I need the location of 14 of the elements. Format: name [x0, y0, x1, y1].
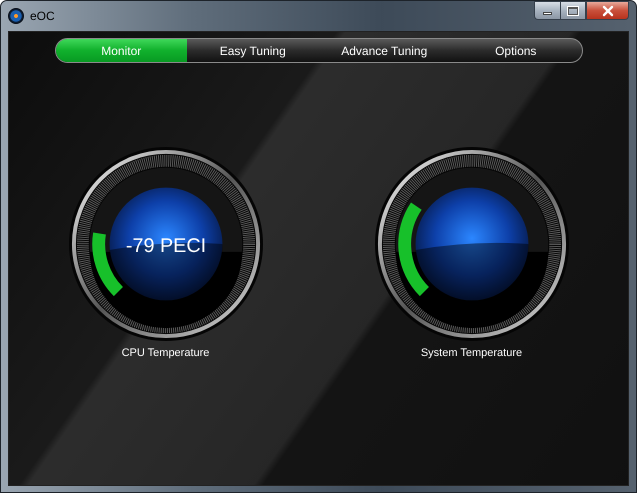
temperature-reading: -79 PECI [125, 234, 206, 257]
nav-tab[interactable]: Advance Tuning [318, 39, 450, 62]
gauge-label: CPU Temperature [122, 346, 210, 361]
close-icon [602, 4, 614, 16]
maximize-button[interactable] [560, 1, 586, 20]
nav-tab[interactable]: Options [450, 39, 582, 62]
maximize-icon [568, 6, 578, 14]
window-title: eOC [30, 8, 55, 25]
nav-tab[interactable]: Easy Tuning [187, 39, 318, 62]
minimize-button[interactable] [534, 1, 560, 20]
gauge-label: System Temperature [420, 346, 522, 361]
app-icon [8, 8, 24, 24]
minimize-icon [543, 12, 552, 15]
close-button[interactable] [586, 1, 629, 20]
